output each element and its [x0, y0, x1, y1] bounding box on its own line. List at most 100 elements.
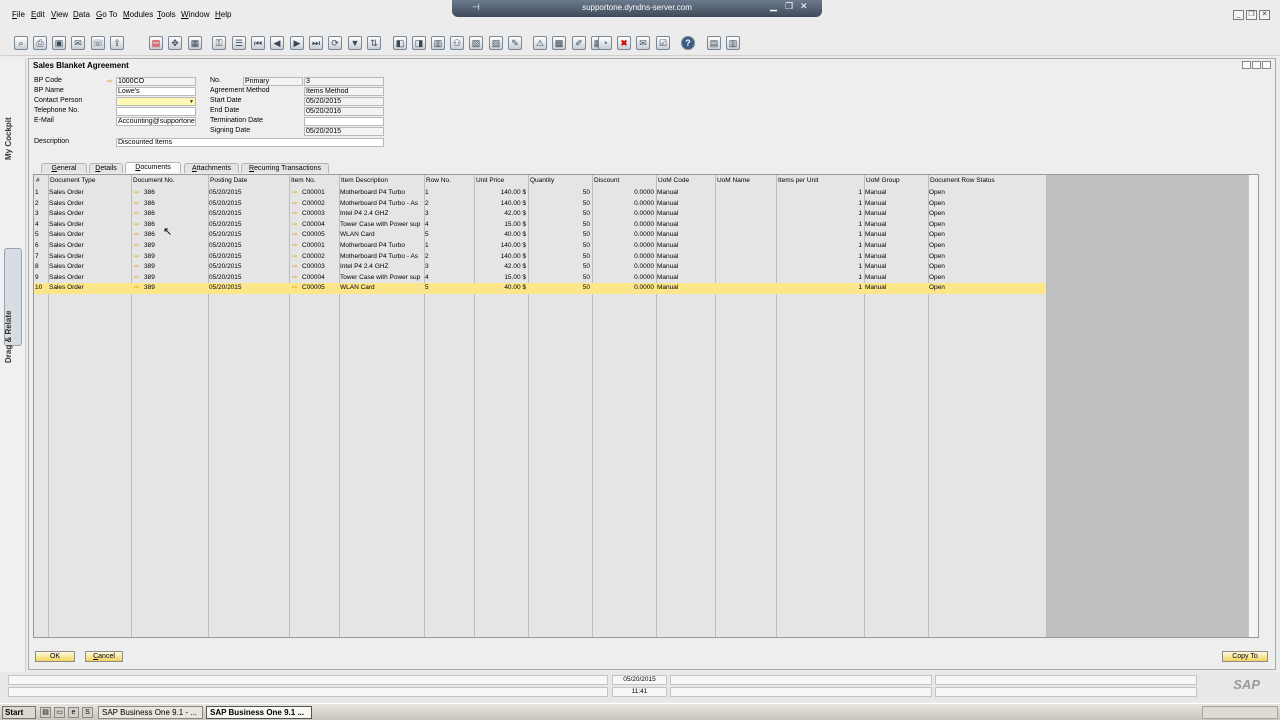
menu-item[interactable]: Data [73, 10, 90, 19]
document-icon[interactable]: ☰ [232, 36, 246, 50]
settings-icon[interactable]: ✥ [168, 36, 182, 50]
menu-item[interactable]: File [12, 10, 25, 19]
app-minimize-icon[interactable]: _ [1233, 10, 1244, 20]
header-field[interactable]: 05/20/2015 [304, 97, 384, 106]
refresh-icon[interactable]: ⟳ [328, 36, 342, 50]
menu-item[interactable]: View [51, 10, 68, 19]
column-header[interactable]: UoM Name [715, 176, 776, 187]
form-settings-icon[interactable]: ▤ [707, 36, 721, 50]
link-arrow-icon[interactable]: ⇨ [133, 252, 139, 263]
column-header[interactable]: Document Type [48, 176, 131, 187]
link-arrow-icon[interactable]: ⇨ [133, 209, 139, 220]
sort-icon[interactable]: ⇅ [367, 36, 381, 50]
table-cell[interactable]: 389 [143, 252, 208, 263]
relationship-map-icon[interactable]: ⚇ [450, 36, 464, 50]
first-record-icon[interactable]: ⏮ [251, 36, 265, 50]
table-cell[interactable]: C00001 [301, 241, 339, 252]
table-cell[interactable]: 389 [143, 262, 208, 273]
link-arrow-icon[interactable]: ⇨ [107, 77, 113, 85]
copy-to-button[interactable]: Copy To [1222, 651, 1268, 662]
menu-item[interactable]: Go To [96, 10, 117, 19]
next-record-icon[interactable]: ▶ [290, 36, 304, 50]
explorer-icon[interactable]: ▤ [40, 707, 51, 718]
filter-icon[interactable]: ▼ [348, 36, 362, 50]
target-document-icon[interactable]: ◨ [412, 36, 426, 50]
column-header[interactable]: # [34, 176, 48, 187]
table-cell[interactable]: 386 [143, 199, 208, 210]
activities-icon[interactable]: ◔ [598, 36, 612, 50]
tab-item[interactable]: General [41, 163, 87, 173]
table-cell[interactable]: 389 [143, 273, 208, 284]
window-maximize-icon[interactable] [1252, 61, 1261, 69]
app-close-icon[interactable]: ✕ [1259, 10, 1270, 20]
column-header[interactable]: Posting Date [208, 176, 289, 187]
desktop-icon[interactable]: ▭ [54, 707, 65, 718]
link-arrow-icon[interactable]: ⇨ [291, 241, 297, 252]
alerts-icon[interactable]: ⚠ [533, 36, 547, 50]
ok-button[interactable]: OK [35, 651, 75, 662]
document-number-field[interactable]: 3 [304, 77, 384, 86]
description-field[interactable]: Discounted Items [116, 138, 384, 147]
start-button[interactable]: Start [2, 706, 36, 719]
header-field[interactable]: 05/20/2015 [304, 127, 384, 136]
email-icon[interactable]: ✉ [71, 36, 85, 50]
drag-relate-tab[interactable]: Drag & Relate [4, 311, 13, 363]
payment-means-icon[interactable]: ▨ [489, 36, 503, 50]
link-arrow-icon[interactable]: ⇨ [133, 188, 139, 199]
column-header[interactable]: UoM Group [864, 176, 928, 187]
print-preview-icon[interactable]: ▣ [52, 36, 66, 50]
link-arrow-icon[interactable]: ⇨ [133, 230, 139, 241]
base-document-icon[interactable]: ◧ [393, 36, 407, 50]
header-field[interactable]: ▼ [116, 97, 196, 106]
link-arrow-icon[interactable]: ⇨ [291, 262, 297, 273]
user-defined-icon[interactable]: ▥ [726, 36, 740, 50]
column-header[interactable]: Quantity [528, 176, 592, 187]
taskbar-item-sap-1[interactable]: SAP Business One 9.1 - ... [98, 706, 203, 719]
window-close-icon[interactable] [1262, 61, 1271, 69]
column-header[interactable]: Items per Unit [776, 176, 864, 187]
menu-item[interactable]: Window [181, 10, 209, 19]
column-header[interactable]: Discount [592, 176, 656, 187]
table-cell[interactable]: 386 [143, 188, 208, 199]
help-icon[interactable]: ? [681, 36, 695, 50]
series-select[interactable]: Primary [243, 77, 303, 86]
link-arrow-icon[interactable]: ⇨ [291, 199, 297, 210]
link-arrow-icon[interactable]: ⇨ [291, 230, 297, 241]
table-cell[interactable]: 389 [143, 283, 208, 294]
link-arrow-icon[interactable]: ⇨ [291, 209, 297, 220]
column-header[interactable]: Document No. [131, 176, 208, 187]
header-field[interactable]: 1000CO [116, 77, 196, 86]
previous-record-icon[interactable]: ◀ [270, 36, 284, 50]
calculator-icon[interactable]: ▩ [552, 36, 566, 50]
sap-quicklaunch-icon[interactable]: S [82, 707, 93, 718]
column-header[interactable]: Row No. [424, 176, 474, 187]
tab-item[interactable]: Recurring Transactions [241, 163, 329, 173]
table-cell[interactable]: C00002 [301, 252, 339, 263]
taskbar-item-sap-2[interactable]: SAP Business One 9.1 ... [206, 706, 312, 719]
layout-icon[interactable]: ▦ [188, 36, 202, 50]
header-field[interactable]: Accounting@supportone.c [116, 117, 196, 126]
link-arrow-icon[interactable]: ⇨ [133, 283, 139, 294]
table-cell[interactable]: C00002 [301, 199, 339, 210]
table-cell[interactable]: C00003 [301, 209, 339, 220]
gross-profit-icon[interactable]: ▥ [431, 36, 445, 50]
pdf-icon[interactable]: ▤ [149, 36, 163, 50]
link-arrow-icon[interactable]: ⇨ [133, 199, 139, 210]
last-record-icon[interactable]: ⏭ [309, 36, 323, 50]
pen-icon[interactable]: ✐ [572, 36, 586, 50]
transaction-journal-icon[interactable]: ▧ [469, 36, 483, 50]
column-header[interactable]: UoM Code [656, 176, 715, 187]
link-arrow-icon[interactable]: ⇨ [291, 188, 297, 199]
menu-item[interactable]: Help [215, 10, 231, 19]
table-cell[interactable]: C00004 [301, 273, 339, 284]
dropdown-arrow-icon[interactable]: ▼ [189, 99, 194, 105]
app-restore-icon[interactable]: ❐ [1246, 10, 1257, 20]
table-cell[interactable]: 386 [143, 209, 208, 220]
table-cell[interactable]: C00001 [301, 188, 339, 199]
link-arrow-icon[interactable]: ⇨ [291, 220, 297, 231]
header-field[interactable] [304, 117, 384, 126]
table-cell[interactable]: 389 [143, 241, 208, 252]
my-cockpit-tab[interactable]: My Cockpit [4, 117, 13, 160]
find-icon[interactable]: ⌕ [14, 36, 28, 50]
tab-item[interactable]: Attachments [184, 163, 239, 173]
